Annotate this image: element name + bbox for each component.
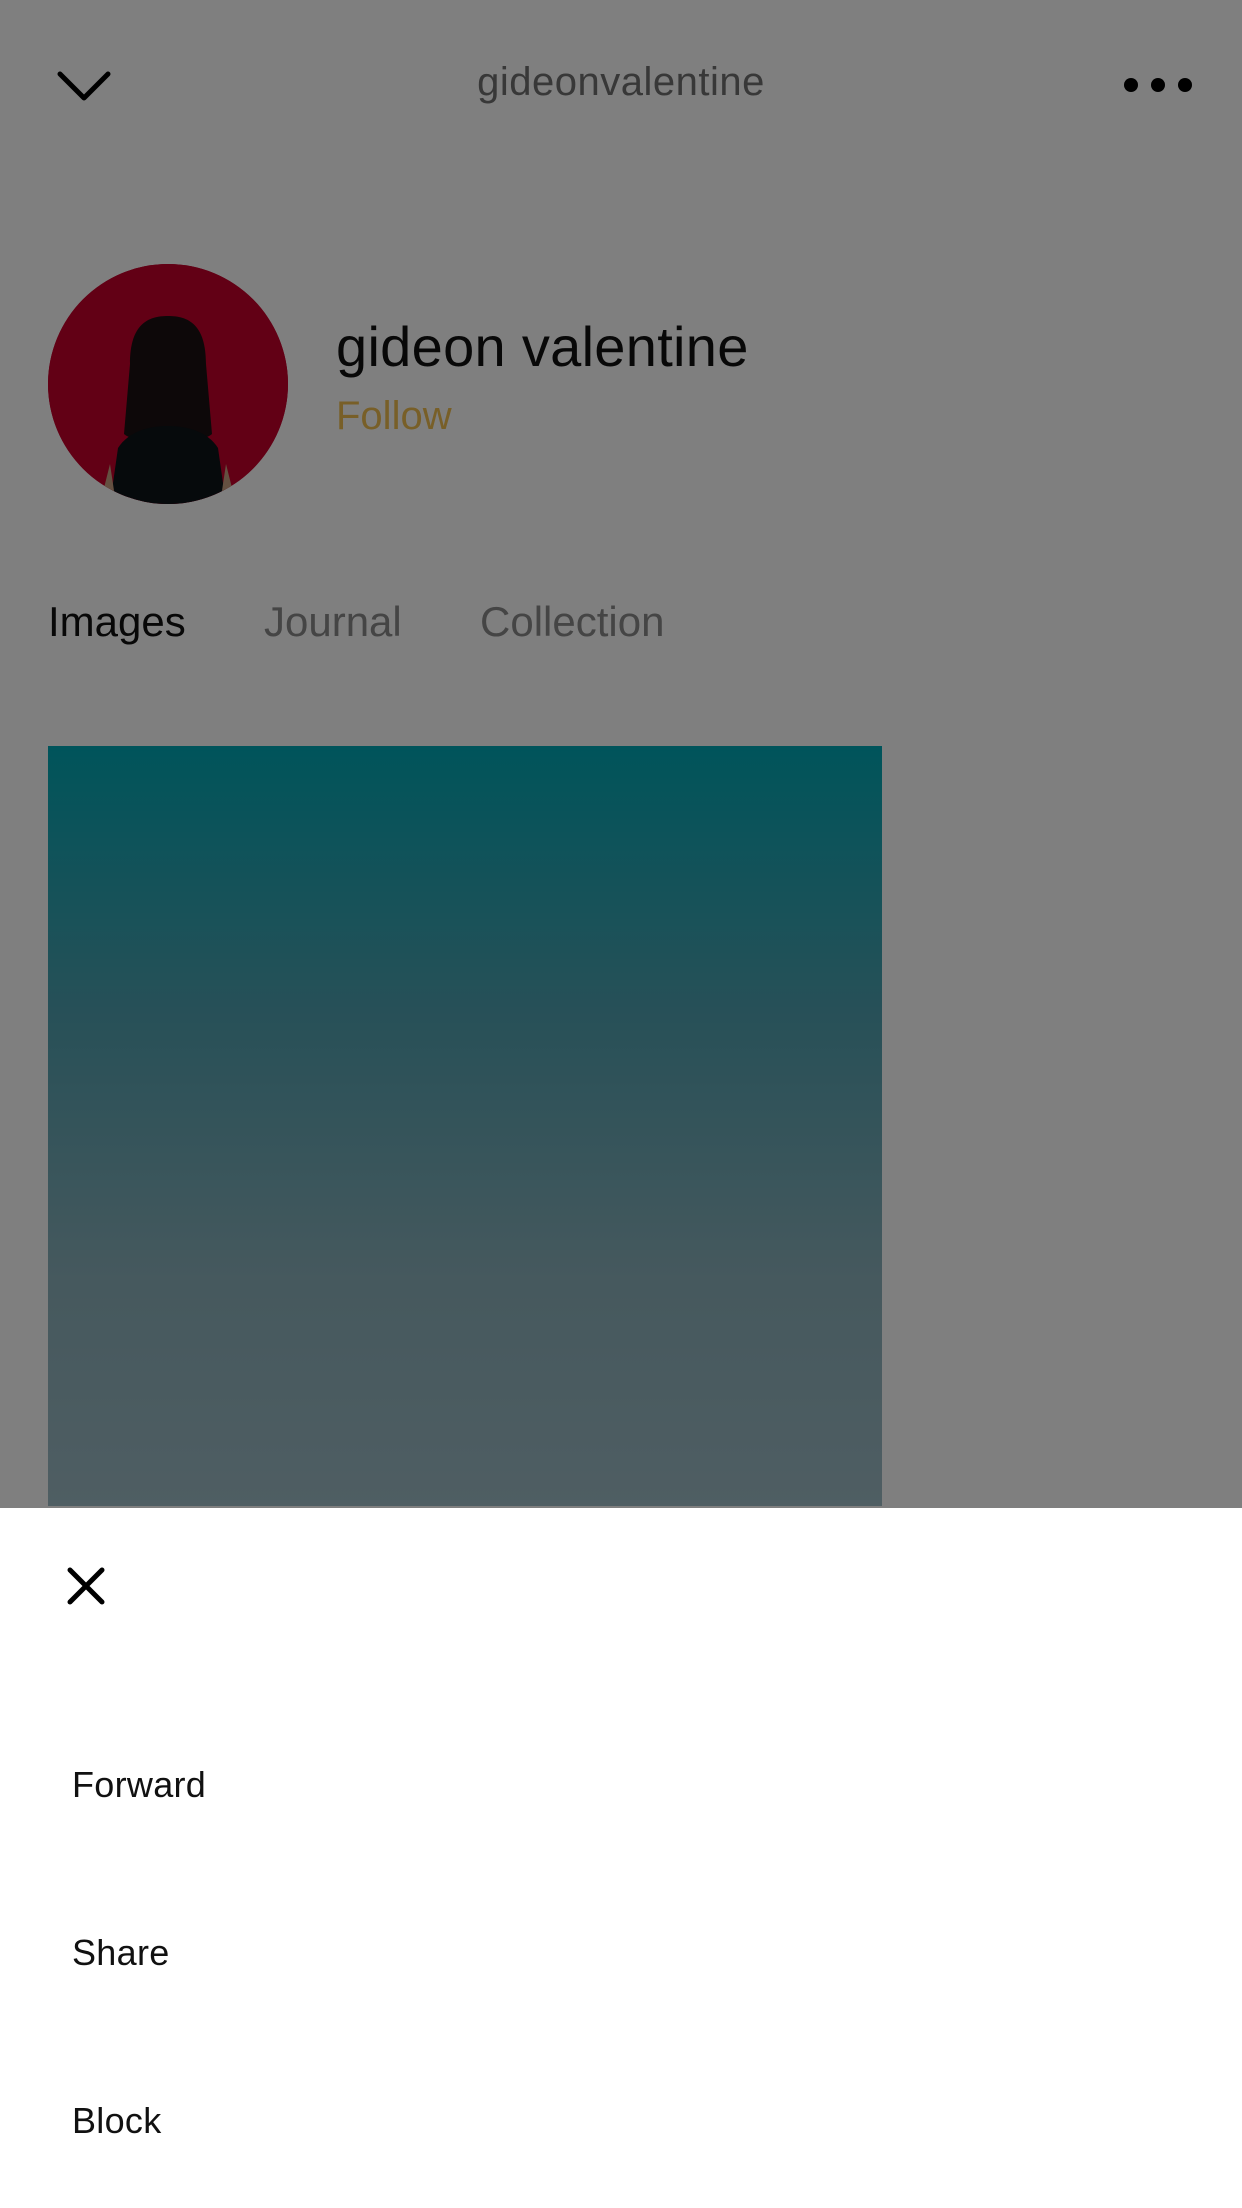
block-menu-item[interactable]: Block — [72, 2100, 162, 2142]
action-sheet: Forward Share Block — [0, 1508, 1242, 2208]
forward-menu-item[interactable]: Forward — [72, 1764, 206, 1806]
close-icon[interactable] — [64, 1564, 108, 1608]
modal-backdrop[interactable] — [0, 0, 1242, 1508]
share-menu-item[interactable]: Share — [72, 1932, 170, 1974]
